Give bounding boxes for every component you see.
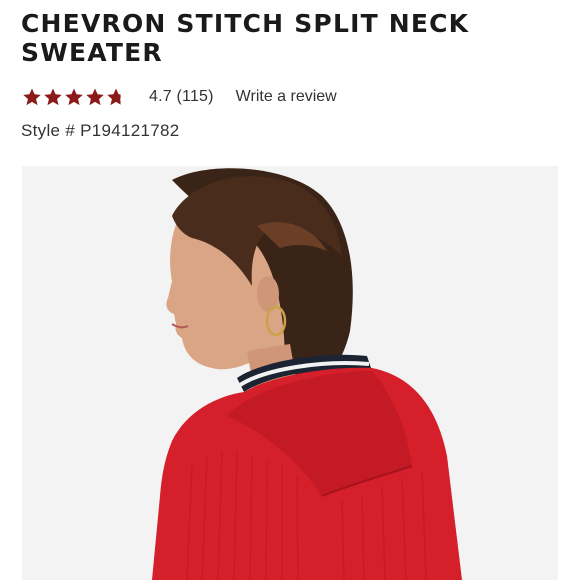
style-number: Style # P194121782: [21, 121, 180, 140]
star-icon: [23, 88, 41, 106]
rating-value: 4.7 (115): [149, 88, 214, 105]
star-icon: [86, 88, 104, 106]
write-review-link[interactable]: Write a review: [236, 88, 337, 106]
product-title: CHEVRON STITCH SPLIT NECK SWEATER: [21, 9, 470, 67]
review-count: (115): [176, 88, 214, 105]
star-half-icon: [107, 88, 121, 106]
star-icon: [44, 88, 62, 106]
star-rating[interactable]: [22, 87, 127, 107]
star-icon: [65, 88, 83, 106]
product-image[interactable]: [22, 166, 558, 580]
rating-row: 4.7 (115) Write a review: [22, 84, 337, 110]
